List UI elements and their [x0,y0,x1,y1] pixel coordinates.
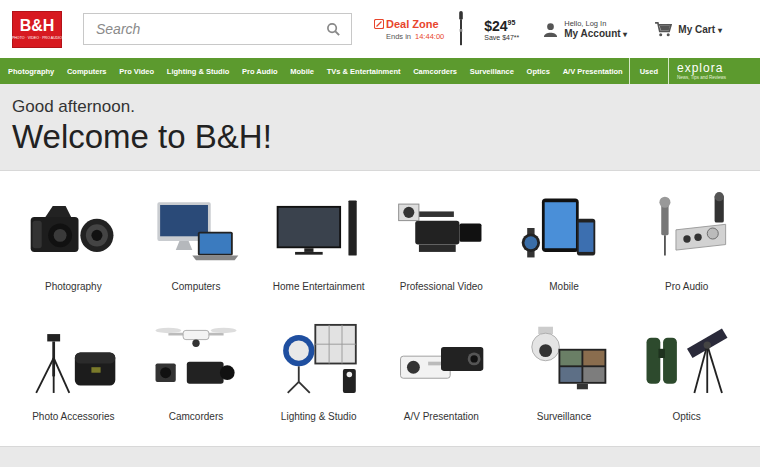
account-menu[interactable]: Hello, Log InMy Account ▾ [543,19,627,39]
cart-label: My Cart ▾ [678,24,721,35]
category-label: Camcorders [169,411,223,422]
account-label: My Account ▾ [564,28,627,39]
welcome-heading: Welcome to B&H! [12,117,748,157]
price-amount: $2495 [484,18,519,34]
category-label: Professional Video [400,281,483,292]
pro-video-camera-icon [395,191,487,265]
nav-item[interactable]: Surveillance [470,67,514,76]
studio-light-icon [273,321,365,395]
page-footer-band [0,447,760,467]
cart-menu[interactable]: My Cart ▾ [655,22,721,37]
projector-icon [395,321,487,395]
deal-zone-icon [374,19,384,29]
category-label: Lighting & Studio [281,411,357,422]
account-greeting: Hello, Log In [564,19,627,28]
tv-icon [273,191,365,265]
category-tile[interactable]: Photo Accessories [12,321,135,451]
deal-countdown: Ends in14:44:00 [374,32,444,41]
category-label: Mobile [549,281,578,292]
logo[interactable]: B&HPHOTO · VIDEO · PRO AUDIO [12,11,62,48]
deal-product-icon[interactable] [456,11,466,47]
category-tile[interactable]: Mobile [503,191,626,321]
mobile-icon [518,191,610,265]
nav-item[interactable]: Pro Audio [242,67,278,76]
surveillance-icon [518,321,610,395]
category-nav: Photography Computers Pro Video Lighting & … [0,58,760,84]
nav-item[interactable]: Optics [527,67,550,76]
optics-icon [641,321,733,395]
nav-item[interactable]: Camcorders [413,67,457,76]
category-tile[interactable]: Professional Video [380,191,503,321]
logo-tagline: PHOTO · VIDEO · PRO AUDIO [12,35,62,41]
category-tile[interactable]: A/V Presentation [380,321,503,451]
camcorder-drone-icon [150,321,242,395]
logo-text: B&H [20,17,55,35]
category-tile[interactable]: Computers [135,191,258,321]
explora-link[interactable]: exploraNews, Tips and Reviews [668,58,760,84]
nav-item[interactable]: Computers [67,67,107,76]
category-tile[interactable]: Surveillance [503,321,626,451]
header: B&HPHOTO · VIDEO · PRO AUDIO Search Deal Z… [0,0,760,58]
category-label: Computers [172,281,221,292]
pro-audio-icon [641,191,733,265]
nav-item[interactable]: Lighting & Studio [167,67,229,76]
category-grid: Photography Computers Home Entertainment Pr… [0,170,760,447]
deal-price[interactable]: $2495Save $47** [484,18,519,41]
category-tile[interactable]: Pro Audio [625,191,748,321]
category-tile[interactable]: Camcorders [135,321,258,451]
category-tile[interactable]: Photography [12,191,135,321]
category-label: Optics [672,411,700,422]
nav-item[interactable]: Pro Video [119,67,154,76]
person-icon [543,22,558,37]
category-tile[interactable]: Lighting & Studio [257,321,380,451]
magnifier-icon[interactable] [326,22,341,37]
category-label: Surveillance [537,411,591,422]
search-field[interactable]: Search [83,13,352,45]
category-label: Pro Audio [665,281,708,292]
category-label: A/V Presentation [404,411,479,422]
category-tile[interactable]: Home Entertainment [257,191,380,321]
page: B&HPHOTO · VIDEO · PRO AUDIO Search Deal Z… [0,0,760,467]
nav-item[interactable]: Mobile [290,67,314,76]
nav-item[interactable]: TVs & Entertainment [327,67,401,76]
explora-tagline: News, Tips and Reviews [677,75,760,81]
greeting-banner: Good afternoon.Welcome to B&H! [0,84,760,170]
greeting-line: Good afternoon. [12,97,748,117]
camera-icon [27,191,119,265]
category-label: Photo Accessories [32,411,114,422]
category-tile[interactable]: Optics [625,321,748,451]
nav-item[interactable]: A/V Presentation [563,67,623,76]
cart-icon [655,22,672,37]
price-savings: Save $47** [484,34,519,41]
category-label: Photography [45,281,102,292]
nav-item[interactable]: Photography [8,67,54,76]
explora-logo: explora [677,62,760,75]
computer-icon [150,191,242,265]
deal-zone-title: Deal Zone [374,18,444,30]
search-placeholder: Search [96,21,140,37]
nav-used[interactable]: Used [629,58,668,84]
tripod-bag-icon [27,321,119,395]
category-label: Home Entertainment [273,281,365,292]
deal-zone[interactable]: Deal Zone Ends in14:44:00 [374,18,444,41]
